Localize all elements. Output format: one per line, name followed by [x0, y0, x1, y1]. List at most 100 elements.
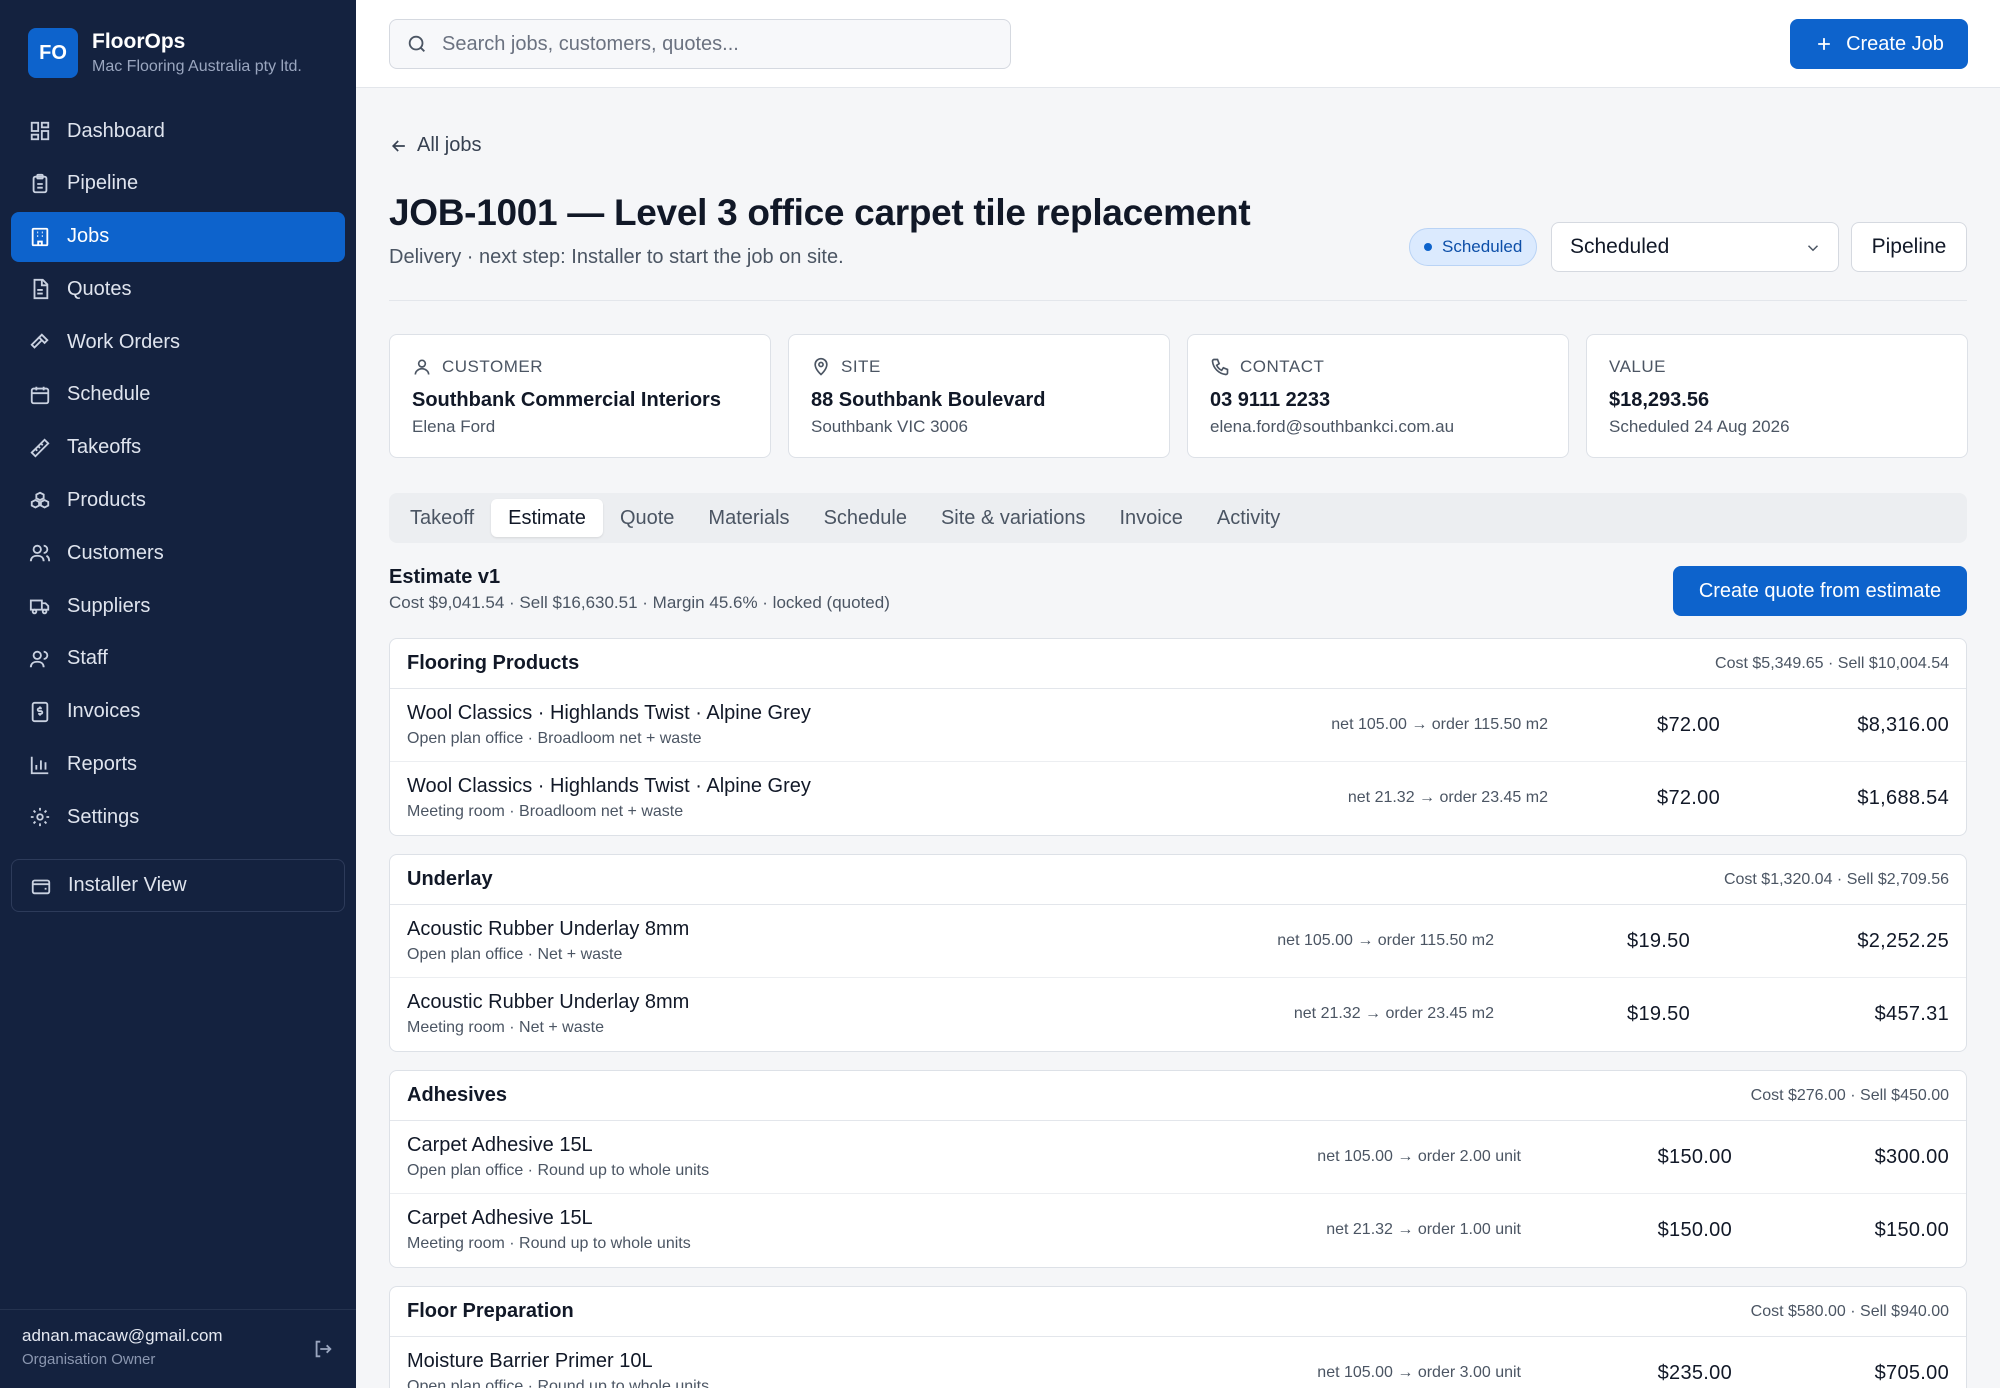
line-item-desc: Meeting room · Broadloom net + waste	[407, 803, 684, 820]
sidebar-item-settings[interactable]: Settings	[11, 792, 345, 842]
line-item-qty: net 21.32 → order 23.45 m2	[1347, 789, 1548, 806]
line-item-rate: $150.00	[1657, 1146, 1732, 1168]
logout-icon[interactable]	[312, 1338, 334, 1360]
section-header: Adhesives Cost $276.00 · Sell $450.00	[390, 1071, 1966, 1121]
sidebar-item-invoices[interactable]: Invoices	[11, 687, 345, 737]
status-select[interactable]: Scheduled	[1551, 222, 1839, 272]
sidebar-item-label: Dashboard	[67, 119, 165, 142]
line-item-qty: net 21.32 → order 23.45 m2	[1293, 1005, 1494, 1022]
line-item-row[interactable]: Carpet Adhesive 15L Meeting room · Round…	[390, 1194, 1966, 1267]
create-quote-button[interactable]: Create quote from estimate	[1673, 566, 1967, 616]
sidebar: FO FloorOps Mac Flooring Australia pty l…	[0, 0, 356, 1388]
sidebar-item-label: Staff	[67, 647, 108, 670]
tab-activity[interactable]: Activity	[1200, 499, 1297, 537]
card-value: $18,293.56	[1609, 389, 1710, 411]
search-icon	[408, 35, 425, 52]
divider	[389, 300, 1967, 301]
line-item-rate: $19.50	[1627, 930, 1690, 952]
sidebar-item-work-orders[interactable]: Work Orders	[11, 317, 345, 367]
section-header: Flooring Products Cost $5,349.65 · Sell …	[390, 639, 1966, 689]
calendar-icon	[30, 386, 50, 405]
tab-site-variations[interactable]: Site & variations	[924, 499, 1103, 537]
installer-view-button[interactable]: Installer View	[11, 859, 345, 912]
create-job-button[interactable]: Create Job	[1790, 19, 1968, 69]
back-link-label: All jobs	[417, 134, 482, 156]
sidebar-item-products[interactable]: Products	[11, 476, 345, 526]
page-title: JOB-1001 — Level 3 office carpet tile re…	[389, 192, 1251, 233]
section-name: Underlay	[407, 868, 493, 890]
person-icon	[414, 359, 430, 375]
plus-icon	[1818, 38, 1830, 50]
line-item-name: Carpet Adhesive 15L	[407, 1207, 593, 1229]
card-label-text: VALUE	[1609, 357, 1666, 376]
users-icon	[29, 545, 51, 562]
search-box[interactable]	[389, 19, 1011, 69]
line-item-desc: Meeting room · Round up to whole units	[407, 1235, 691, 1252]
line-item-desc: Meeting room · Net + waste	[407, 1019, 604, 1036]
building-icon	[31, 227, 49, 246]
tab-estimate[interactable]: Estimate	[491, 499, 603, 537]
back-link[interactable]: All jobs	[389, 134, 481, 157]
document-icon	[33, 279, 49, 300]
section-header: Underlay Cost $1,320.04 · Sell $2,709.56	[390, 855, 1966, 905]
job-tabs: Takeoff Estimate Quote Materials Schedul…	[389, 493, 1967, 543]
tab-materials[interactable]: Materials	[691, 499, 806, 537]
phone-icon	[1211, 358, 1229, 376]
sidebar-item-pipeline[interactable]: Pipeline	[11, 159, 345, 209]
section-name: Floor Preparation	[407, 1300, 574, 1322]
sidebar-item-customers[interactable]: Customers	[11, 528, 345, 578]
line-item-rate: $150.00	[1657, 1219, 1732, 1241]
line-item-desc: Open plan office · Round up to whole uni…	[407, 1378, 710, 1388]
line-item-rate: $72.00	[1657, 787, 1720, 809]
sidebar-item-label: Quotes	[67, 277, 132, 300]
search-input[interactable]	[442, 32, 982, 56]
line-item-row[interactable]: Carpet Adhesive 15L Open plan office · R…	[390, 1121, 1966, 1194]
brand: FO FloorOps Mac Flooring Australia pty l…	[28, 28, 302, 78]
truck-icon	[29, 599, 50, 615]
line-item-row[interactable]: Wool Classics · Highlands Twist · Alpine…	[390, 689, 1966, 762]
sidebar-nav: Dashboard Pipeline Jobs Quotes Work Orde…	[11, 106, 345, 845]
sidebar-item-label: Products	[67, 489, 146, 512]
create-job-label: Create Job	[1846, 32, 1944, 55]
tab-invoice[interactable]: Invoice	[1102, 499, 1199, 537]
sidebar-item-label: Invoices	[67, 700, 141, 723]
tab-takeoff[interactable]: Takeoff	[393, 499, 491, 537]
line-item-name: Moisture Barrier Primer 10L	[407, 1350, 653, 1372]
sidebar-item-dashboard[interactable]: Dashboard	[11, 106, 345, 156]
card-label-text: CUSTOMER	[442, 357, 543, 376]
line-item-row[interactable]: Wool Classics · Highlands Twist · Alpine…	[390, 762, 1966, 835]
gear-icon	[30, 808, 50, 827]
sidebar-item-reports[interactable]: Reports	[11, 740, 345, 790]
line-item-total: $8,316.00	[1857, 714, 1949, 736]
line-item-row[interactable]: Acoustic Rubber Underlay 8mm Meeting roo…	[390, 978, 1966, 1051]
customer-card: CUSTOMER Southbank Commercial Interiors …	[389, 334, 771, 458]
sidebar-item-suppliers[interactable]: Suppliers	[11, 581, 345, 631]
ruler-icon	[30, 438, 50, 458]
line-item-total: $2,252.25	[1857, 930, 1949, 952]
line-item-rate: $72.00	[1657, 714, 1720, 736]
sidebar-item-takeoffs[interactable]: Takeoffs	[11, 423, 345, 473]
sidebar-item-label: Schedule	[67, 383, 151, 406]
pipeline-button[interactable]: Pipeline	[1851, 222, 1967, 272]
sidebar-item-schedule[interactable]: Schedule	[11, 370, 345, 420]
tab-quote[interactable]: Quote	[603, 499, 691, 537]
estimate-section: Floor Preparation Cost $580.00 · Sell $9…	[389, 1286, 1967, 1388]
section-header: Floor Preparation Cost $580.00 · Sell $9…	[390, 1287, 1966, 1337]
line-item-qty: net 105.00 → order 115.50 m2	[1331, 716, 1548, 733]
sidebar-item-label: Suppliers	[67, 594, 151, 617]
brand-logo: FO	[28, 28, 78, 78]
estimate-title: Estimate v1	[389, 566, 501, 588]
status-badge: Scheduled	[1409, 228, 1538, 266]
sidebar-item-quotes[interactable]: Quotes	[11, 264, 345, 314]
sidebar-item-staff[interactable]: Staff	[11, 634, 345, 684]
line-item-row[interactable]: Acoustic Rubber Underlay 8mm Open plan o…	[390, 905, 1966, 978]
sidebar-item-jobs[interactable]: Jobs	[11, 211, 345, 262]
hammer-icon	[30, 333, 49, 349]
top-bar: Create Job	[356, 0, 2000, 88]
line-item-name: Carpet Adhesive 15L	[407, 1134, 593, 1156]
line-item-total: $150.00	[1874, 1219, 1949, 1241]
line-item-desc: Open plan office · Broadloom net + waste	[407, 730, 702, 747]
line-item-rate: $235.00	[1657, 1362, 1732, 1384]
tab-schedule[interactable]: Schedule	[807, 499, 924, 537]
line-item-row[interactable]: Moisture Barrier Primer 10L Open plan of…	[390, 1337, 1966, 1388]
